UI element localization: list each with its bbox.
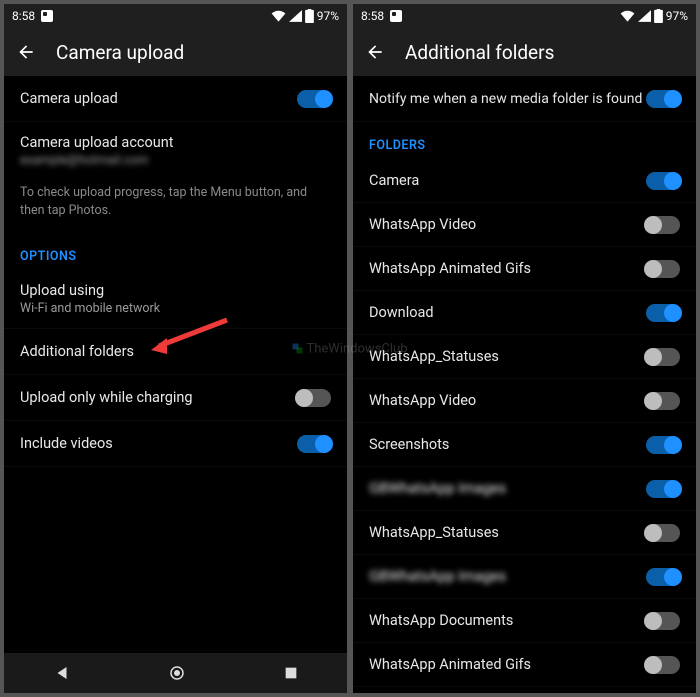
folder-label: Screenshots <box>369 436 449 453</box>
battery-icon <box>305 9 314 23</box>
folder-row[interactable]: WhatsApp Video <box>353 379 696 423</box>
folder-label: GBWhatsApp Images <box>369 568 506 585</box>
content-right[interactable]: Notify me when a new media folder is fou… <box>353 76 696 693</box>
folder-row[interactable]: GBWhatsApp Images <box>353 555 696 599</box>
folder-row[interactable]: Camera <box>353 159 696 203</box>
folder-label: Download <box>369 304 434 321</box>
section-folders: FOLDERS <box>353 122 696 159</box>
wifi-icon <box>620 10 635 22</box>
status-bar: 8:58 97% <box>4 4 347 28</box>
notification-icon <box>41 10 53 22</box>
folder-label: WhatsApp Animated Gifs <box>369 656 531 673</box>
phone-right: 8:58 97% Additional folders Notify me wh… <box>353 4 696 693</box>
row-camera-upload[interactable]: Camera upload <box>4 76 347 122</box>
folder-row[interactable]: WhatsApp Animated Gifs <box>353 643 696 687</box>
label: Upload only while charging <box>20 389 193 406</box>
folder-label: WhatsApp Documents <box>369 612 513 629</box>
label: Additional folders <box>20 343 134 360</box>
status-bar: 8:58 97% <box>353 4 696 28</box>
signal-icon <box>638 10 651 22</box>
label: Camera upload <box>20 90 118 107</box>
folder-toggle[interactable] <box>646 304 680 322</box>
row-include-videos[interactable]: Include videos <box>4 421 347 467</box>
content-left: Camera upload Camera upload account exam… <box>4 76 347 653</box>
nav-back-icon[interactable] <box>53 664 71 682</box>
folder-row[interactable]: WhatsApp Documents <box>353 599 696 643</box>
row-only-charging[interactable]: Upload only while charging <box>4 375 347 421</box>
row-additional-folders[interactable]: Additional folders <box>4 329 347 375</box>
battery-icon <box>654 9 663 23</box>
toggle-only-charging[interactable] <box>297 389 331 407</box>
folder-label: GBWhatsApp Images <box>369 480 506 497</box>
folder-row[interactable]: GBWhatsApp Images <box>353 467 696 511</box>
back-icon[interactable] <box>16 42 36 62</box>
folder-row[interactable]: Download <box>353 291 696 335</box>
status-time: 8:58 <box>361 9 384 23</box>
sub: Wi-Fi and mobile network <box>20 301 160 316</box>
folder-label: Camera <box>369 172 419 189</box>
label: Notify me when a new media folder is fou… <box>369 91 642 107</box>
phone-left: 8:58 97% Camera upload Camera upload Cam… <box>4 4 347 693</box>
battery-percent: 97% <box>317 9 339 23</box>
folder-row[interactable]: WhatsApp Animated Gifs <box>353 247 696 291</box>
label: Include videos <box>20 435 113 452</box>
app-bar: Additional folders <box>353 28 696 76</box>
folder-toggle[interactable] <box>646 392 680 410</box>
battery-percent: 97% <box>666 9 688 23</box>
folder-toggle[interactable] <box>646 436 680 454</box>
page-title: Additional folders <box>405 41 554 64</box>
label: Camera upload account <box>20 134 174 151</box>
folder-toggle[interactable] <box>646 260 680 278</box>
toggle-include-videos[interactable] <box>297 435 331 453</box>
folder-toggle[interactable] <box>646 524 680 542</box>
folder-label: WhatsApp_Statuses <box>369 524 499 541</box>
folder-row[interactable]: WhatsApp_Statuses <box>353 511 696 555</box>
app-bar: Camera upload <box>4 28 347 76</box>
folder-label: WhatsApp_Statuses <box>369 348 499 365</box>
nav-recent-icon[interactable] <box>283 665 299 681</box>
folder-label: WhatsApp Video <box>369 392 476 409</box>
section-options: OPTIONS <box>4 233 347 270</box>
folder-row[interactable]: Screenshots <box>353 423 696 467</box>
folder-label: WhatsApp Video <box>369 216 476 233</box>
folder-toggle[interactable] <box>646 216 680 234</box>
nav-home-icon[interactable] <box>168 664 186 682</box>
account-value: example@hotmail.com <box>20 153 148 168</box>
wifi-icon <box>271 10 286 22</box>
row-upload-using[interactable]: Upload using Wi-Fi and mobile network <box>4 270 347 329</box>
folder-toggle[interactable] <box>646 172 680 190</box>
back-icon[interactable] <box>365 42 385 62</box>
status-time: 8:58 <box>12 9 35 23</box>
folder-row[interactable]: WhatsApp_Statuses <box>353 335 696 379</box>
folder-row[interactable]: WhatsApp Video <box>353 203 696 247</box>
row-account[interactable]: Camera upload account example@hotmail.co… <box>4 122 347 172</box>
nav-bar <box>4 653 347 693</box>
signal-icon <box>289 10 302 22</box>
folder-toggle[interactable] <box>646 568 680 586</box>
row-notify[interactable]: Notify me when a new media folder is fou… <box>353 76 696 122</box>
folder-toggle[interactable] <box>646 656 680 674</box>
label: Upload using <box>20 282 104 299</box>
toggle-notify[interactable] <box>646 90 680 108</box>
folder-toggle[interactable] <box>646 480 680 498</box>
folder-toggle[interactable] <box>646 348 680 366</box>
notification-icon <box>390 10 402 22</box>
page-title: Camera upload <box>56 41 184 64</box>
toggle-camera-upload[interactable] <box>297 90 331 108</box>
folder-label: WhatsApp Animated Gifs <box>369 260 531 277</box>
folders-list: Camera WhatsApp Video WhatsApp Animated Gi… <box>353 159 696 687</box>
help-text: To check upload progress, tap the Menu b… <box>4 172 347 233</box>
folder-toggle[interactable] <box>646 612 680 630</box>
